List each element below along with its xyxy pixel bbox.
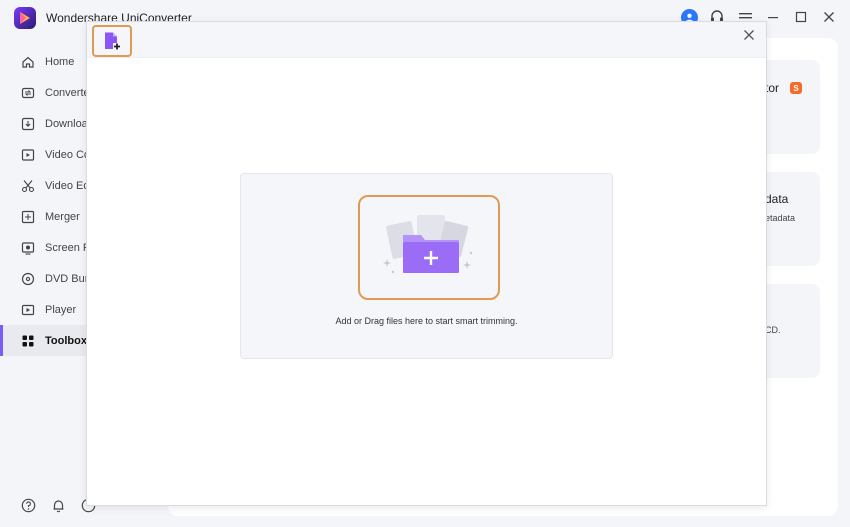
home-icon <box>20 54 36 70</box>
disc-icon <box>20 271 36 287</box>
smart-trimmer-dialog: Add or Drag files here to start smart tr… <box>86 21 767 506</box>
sidebar-item-label: Merger <box>45 210 80 223</box>
sidebar-item-label: Video Editor <box>45 179 86 192</box>
bell-icon <box>53 499 63 512</box>
sidebar-item-player[interactable]: Player <box>0 294 86 325</box>
tool-card-subtitle: CD. <box>765 325 781 335</box>
folder-add-icon <box>383 214 473 273</box>
sidebar-item-label: Toolbox <box>45 334 86 347</box>
sidebar-item-video-compressor[interactable]: Video Compressor <box>0 139 86 170</box>
dialog-header <box>87 22 766 58</box>
notifications-button[interactable] <box>50 497 66 513</box>
download-icon <box>20 116 36 132</box>
tool-card-subtitle: etadata <box>765 213 796 223</box>
sidebar-item-downloader[interactable]: Downloader <box>0 108 86 139</box>
sidebar-item-home[interactable]: Home <box>0 46 86 77</box>
sidebar-item-screen-recorder[interactable]: Screen Recorder <box>0 232 86 263</box>
maximize-icon <box>795 11 807 23</box>
sidebar-item-merger[interactable]: Merger <box>0 201 86 232</box>
sidebar-footer <box>20 497 96 513</box>
sidebar-item-label: Player <box>45 303 77 316</box>
tool-card-title: tor <box>765 81 780 95</box>
scissors-icon <box>20 178 36 194</box>
help-icon <box>21 498 35 512</box>
sidebar-item-toolbox[interactable]: Toolbox <box>0 325 86 356</box>
sidebar-item-label: Home <box>45 55 75 68</box>
minimize-icon <box>768 17 778 19</box>
premium-badge: S <box>790 82 802 94</box>
sidebar-item-label: Downloader <box>45 117 86 130</box>
sidebar-item-label: Video Compressor <box>45 148 86 161</box>
drop-hint-text: Add or Drag files here to start smart tr… <box>335 316 518 326</box>
sidebar-item-label: Screen Recorder <box>45 241 86 254</box>
close-icon <box>824 12 834 22</box>
sidebar-item-label: Converter <box>45 86 86 99</box>
record-icon <box>20 240 36 256</box>
sidebar-item-video-editor[interactable]: Video Editor <box>0 170 86 201</box>
sidebar-item-dvd-burner[interactable]: DVD Burner <box>0 263 86 294</box>
app-logo-icon <box>14 7 36 29</box>
add-file-button[interactable] <box>92 25 132 57</box>
sidebar: Home Converter Downloader Video Compress… <box>0 36 86 527</box>
file-drop-zone[interactable]: Add or Drag files here to start smart tr… <box>240 173 613 359</box>
close-window-button[interactable] <box>818 6 840 28</box>
merge-icon <box>20 209 36 225</box>
help-button[interactable] <box>20 497 36 513</box>
grid-icon <box>20 333 36 349</box>
maximize-button[interactable] <box>790 6 812 28</box>
add-file-icon <box>105 32 120 50</box>
sidebar-item-converter[interactable]: Converter <box>0 77 86 108</box>
tool-card-title: data <box>765 192 789 206</box>
compress-icon <box>20 147 36 163</box>
close-dialog-button[interactable] <box>740 26 758 44</box>
add-files-target[interactable] <box>358 195 500 300</box>
close-icon <box>744 30 754 40</box>
convert-icon <box>20 85 36 101</box>
sidebar-item-label: DVD Burner <box>45 272 86 285</box>
play-icon <box>20 302 36 318</box>
